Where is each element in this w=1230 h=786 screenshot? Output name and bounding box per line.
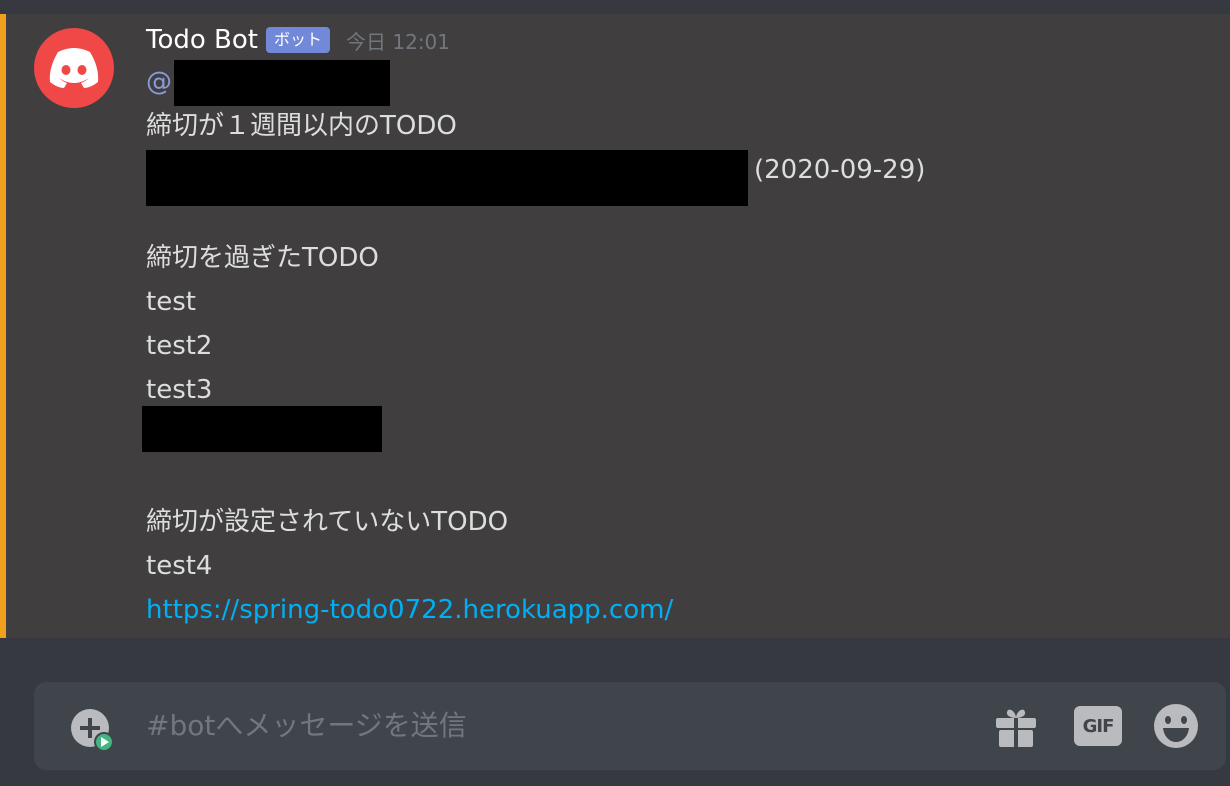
list-item: test <box>146 287 196 317</box>
no-deadline-heading: 締切が設定されていないTODO <box>146 507 509 537</box>
within-week-date: (2020-09-29) <box>754 155 926 185</box>
emoji-button[interactable] <box>1152 702 1200 750</box>
message-header: Todo Bot ボット 今日 12:01 <box>146 24 450 56</box>
list-item: test2 <box>146 331 213 361</box>
redacted-mention <box>174 60 390 106</box>
bot-message: Todo Bot ボット 今日 12:01 @ 締切が１週間以内のTODO (2… <box>0 14 1230 638</box>
gift-icon <box>996 709 1036 747</box>
redacted-item <box>142 406 382 452</box>
username[interactable]: Todo Bot <box>146 25 258 55</box>
redacted-todo <box>146 150 748 206</box>
overdue-heading: 締切を過ぎたTODO <box>146 243 379 273</box>
gift-button[interactable] <box>994 706 1040 748</box>
message-composer[interactable]: #botへメッセージを送信 GIF <box>34 682 1226 770</box>
within-week-heading: 締切が１週間以内のTODO <box>146 111 457 141</box>
bot-tag: ボット <box>266 27 331 53</box>
list-item: test4 <box>146 551 213 581</box>
mention-line: @ <box>146 66 172 98</box>
emoji-icon <box>1154 704 1198 748</box>
avatar[interactable] <box>34 28 114 108</box>
gif-button[interactable]: GIF <box>1074 706 1122 746</box>
attach-button[interactable] <box>70 708 114 752</box>
app-link[interactable]: https://spring-todo0722.herokuapp.com/ <box>146 594 673 626</box>
discord-logo-icon <box>49 48 99 88</box>
timestamp: 今日 12:01 <box>346 29 451 54</box>
list-item: test3 <box>146 375 213 405</box>
message-input[interactable]: #botへメッセージを送信 <box>146 706 467 746</box>
attach-plus-icon <box>71 709 114 752</box>
mention[interactable]: @ <box>146 67 172 97</box>
top-bar <box>0 0 1230 14</box>
